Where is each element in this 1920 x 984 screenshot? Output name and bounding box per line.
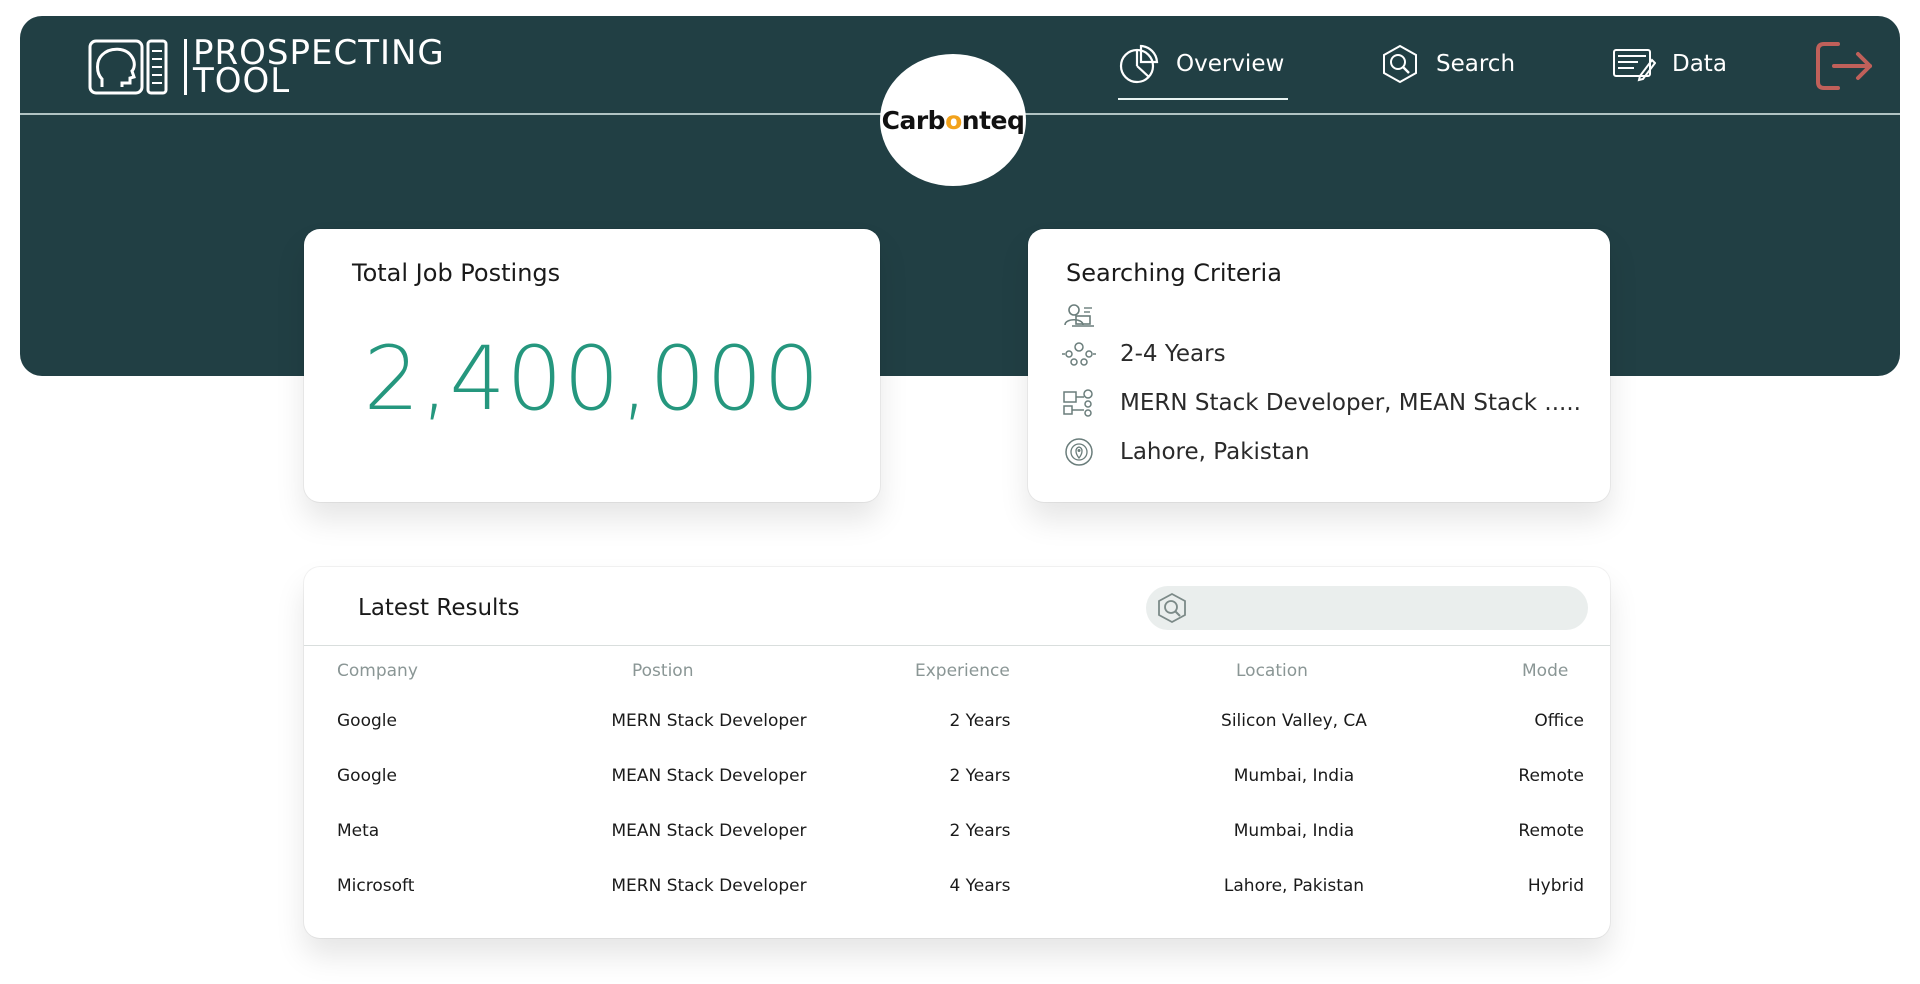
- nav-search-label: Search: [1436, 51, 1516, 77]
- nav-data[interactable]: Data: [1612, 40, 1727, 88]
- total-job-postings-value: 2,400,000: [363, 327, 821, 430]
- table-cell-company: Microsoft: [337, 876, 415, 896]
- table-cell-position: MERN Stack Developer: [611, 876, 807, 896]
- criteria-row-role: [1062, 301, 1120, 331]
- column-header-mode: Mode: [1522, 661, 1569, 681]
- table-cell-mode: Remote: [1518, 766, 1584, 786]
- table-cell-experience: 2 Years: [949, 766, 1011, 786]
- table-cell-mode: Office: [1534, 711, 1584, 731]
- table-cell-experience: 2 Years: [949, 711, 1011, 731]
- latest-results-title: Latest Results: [358, 595, 520, 621]
- nav-search[interactable]: Search: [1380, 40, 1515, 88]
- table-cell-position: MERN Stack Developer: [611, 711, 807, 731]
- table-cell-experience: 4 Years: [949, 876, 1011, 896]
- table-cell-company: Google: [337, 711, 397, 731]
- criteria-row-location: Lahore, Pakistan: [1062, 437, 1310, 467]
- nav-overview[interactable]: Overview: [1118, 40, 1284, 88]
- logout-button[interactable]: [1814, 38, 1876, 94]
- total-job-postings-card: Total Job Postings 2,400,000: [304, 229, 880, 502]
- criteria-row-experience: 2-4 Years: [1062, 339, 1226, 369]
- table-cell-location: Mumbai, India: [1233, 766, 1355, 786]
- results-divider: [304, 645, 1610, 646]
- criteria-location-text: Lahore, Pakistan: [1120, 439, 1310, 465]
- app-logo[interactable]: PROSPECTING TOOL: [88, 36, 445, 98]
- brand-badge: Carbonteq: [880, 54, 1026, 186]
- table-cell-company: Google: [337, 766, 397, 786]
- table-cell-location: Lahore, Pakistan: [1223, 876, 1365, 896]
- searching-criteria-card: Searching Criteria 2-4 Years MERN Stack …: [1028, 229, 1610, 502]
- brand-name: Carbonteq: [881, 105, 1025, 135]
- job-role-icon: [1062, 388, 1096, 418]
- latest-results-card: Latest Results Company Postion Experienc…: [304, 567, 1610, 938]
- table-cell-position: MEAN Stack Developer: [611, 766, 807, 786]
- criteria-row-positions: MERN Stack Developer, MEAN Stack .....: [1062, 388, 1581, 418]
- searching-criteria-title: Searching Criteria: [1066, 259, 1282, 287]
- column-header-experience: Experience: [915, 661, 1010, 681]
- column-header-company: Company: [337, 661, 418, 681]
- results-search-input[interactable]: [1196, 598, 1588, 618]
- search-icon: [1383, 44, 1417, 84]
- logo-text: PROSPECTING TOOL: [184, 36, 445, 98]
- nav-active-indicator: [1118, 98, 1288, 100]
- column-header-position: Postion: [632, 661, 694, 681]
- results-search-box[interactable]: [1146, 586, 1588, 630]
- data-icon: [1613, 49, 1656, 82]
- table-cell-mode: Remote: [1518, 821, 1584, 841]
- table-cell-company: Meta: [337, 821, 380, 841]
- table-cell-location: Silicon Valley, CA: [1221, 711, 1367, 731]
- pie-chart-icon: [1119, 44, 1159, 84]
- table-cell-position: MEAN Stack Developer: [611, 821, 807, 841]
- table-cell-location: Mumbai, India: [1233, 821, 1355, 841]
- table-cell-experience: 2 Years: [949, 821, 1011, 841]
- column-header-location: Location: [1236, 661, 1308, 681]
- team-icon: [1062, 339, 1096, 369]
- criteria-positions-text: MERN Stack Developer, MEAN Stack .....: [1120, 390, 1581, 416]
- nav-overview-label: Overview: [1176, 51, 1285, 77]
- location-icon: [1062, 437, 1096, 467]
- logout-icon: [1816, 42, 1872, 90]
- nav-data-label: Data: [1672, 51, 1727, 77]
- search-icon: [1158, 592, 1186, 624]
- person-laptop-icon: [1062, 301, 1096, 331]
- total-job-postings-title: Total Job Postings: [352, 259, 561, 287]
- table-cell-mode: Hybrid: [1527, 876, 1584, 896]
- head-profile-icon: [88, 39, 168, 95]
- criteria-experience-text: 2-4 Years: [1120, 341, 1226, 367]
